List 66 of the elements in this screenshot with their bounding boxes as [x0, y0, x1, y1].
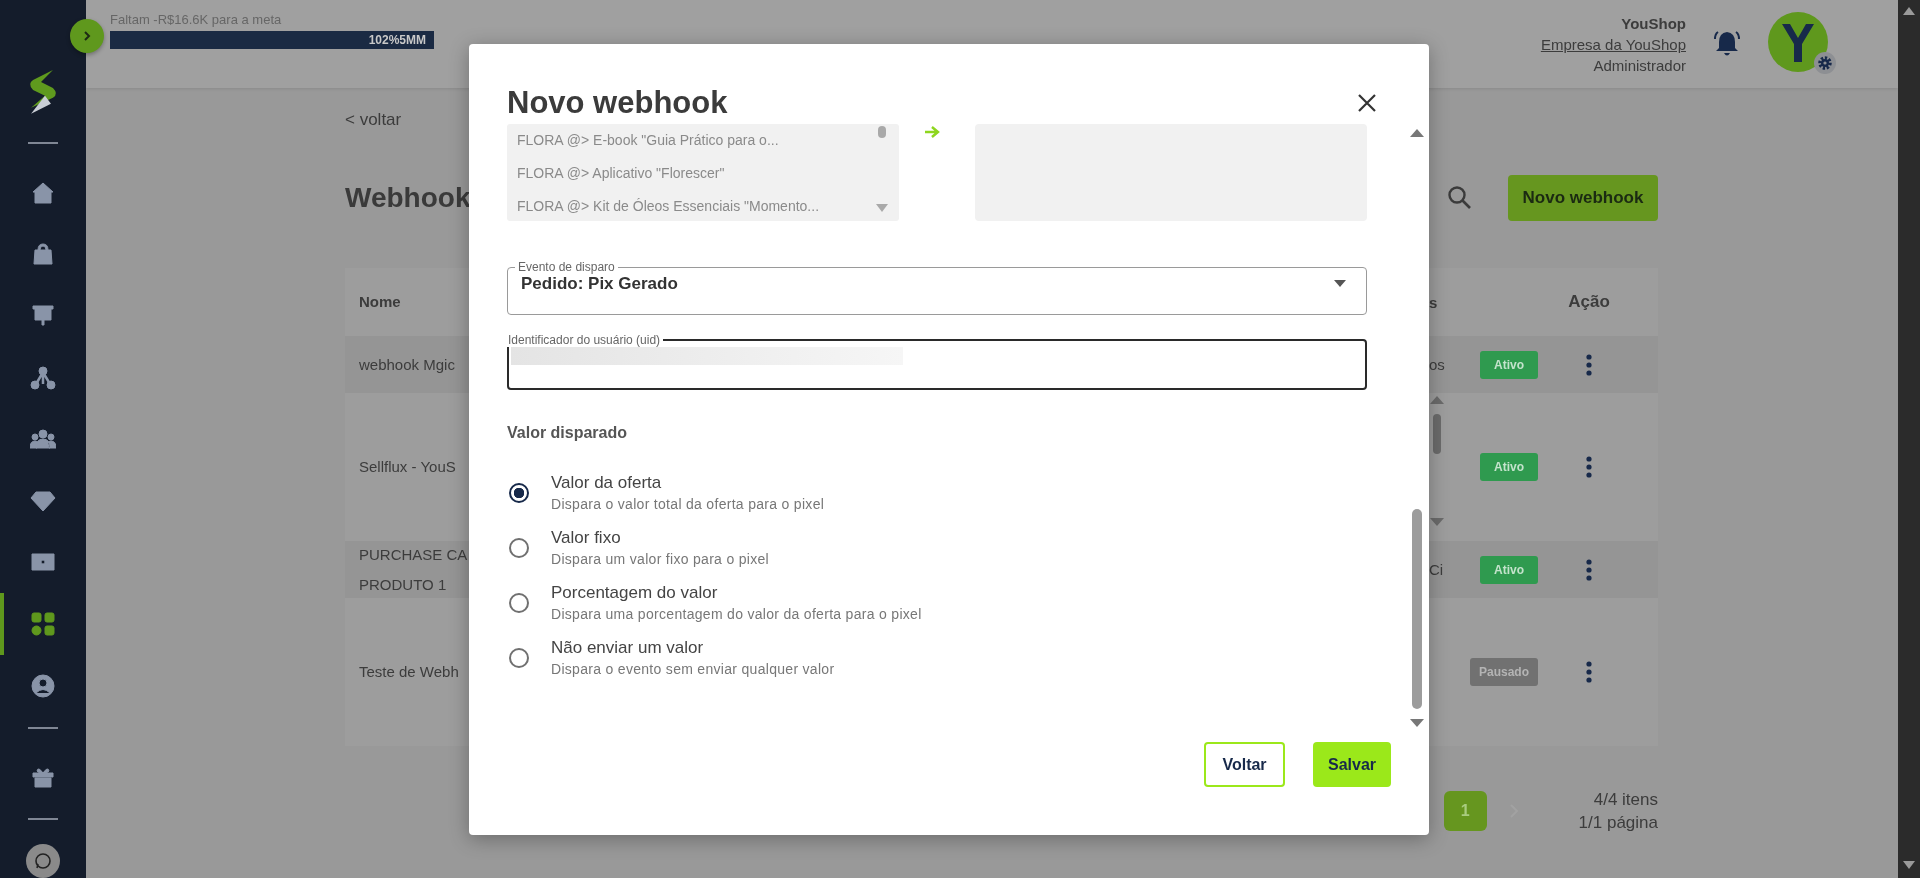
- page-title: Webhook: [345, 182, 471, 214]
- chat-icon: [34, 852, 52, 871]
- table-cell: Teste de Webh: [359, 663, 459, 680]
- radio-button[interactable]: [509, 483, 529, 503]
- expand-button[interactable]: [70, 19, 104, 53]
- option-description: Dispara um valor fixo para o pixel: [551, 550, 769, 569]
- back-button[interactable]: Voltar: [1204, 742, 1285, 787]
- save-button[interactable]: Salvar: [1313, 742, 1391, 787]
- radio-button[interactable]: [509, 593, 529, 613]
- radio-option[interactable]: Valor da oferta Dispara o valor total da oferta para o pixel: [507, 472, 1367, 514]
- scroll-down-icon[interactable]: [1902, 860, 1916, 870]
- chevron-icon: [81, 30, 93, 42]
- status-badge: Ativo: [1480, 555, 1538, 584]
- option-description: Dispara uma porcentagem do valor da oferta para o pixel: [551, 605, 922, 624]
- option-label: Valor fixo: [551, 527, 622, 549]
- radio-option[interactable]: Não enviar um valor Dispara o evento sem enviar qualquer valor: [507, 637, 1367, 679]
- status-badge: Ativo: [1480, 453, 1538, 481]
- event-select[interactable]: Evento de disparo Pedido: Pix Gerado: [507, 260, 1367, 315]
- presentation-icon: [30, 302, 56, 329]
- radio-option[interactable]: Valor fixo Dispara um valor fixo para o pixel: [507, 527, 1367, 569]
- column-header: Ação: [1568, 292, 1610, 312]
- scroll-up-icon[interactable]: [1902, 6, 1916, 16]
- whatsapp-button[interactable]: [26, 844, 60, 878]
- uid-field[interactable]: Identificador do usuário (uid): [507, 333, 1367, 390]
- table-cell: Ci: [1429, 561, 1444, 578]
- status-badge: Ativo: [1480, 350, 1538, 379]
- radio-button[interactable]: [509, 648, 529, 668]
- radio-button[interactable]: [509, 538, 529, 558]
- user-role: Administrador: [1593, 55, 1686, 76]
- radio-option[interactable]: Porcentagem do valor Dispara uma porcentagem do valor da oferta para o pixel: [507, 582, 1367, 624]
- more-icon[interactable]: [1585, 558, 1593, 581]
- column-header: Nome: [359, 293, 401, 310]
- option-label: Porcentagem do valor: [551, 582, 719, 604]
- table-cell: webhook Mgic: [359, 355, 455, 373]
- status-badge: Pausado: [1470, 658, 1538, 686]
- company-link[interactable]: Empresa da YouShop: [1540, 33, 1686, 55]
- field-label: Identificador do usuário (uid): [507, 333, 662, 347]
- column-header: s: [1429, 293, 1438, 311]
- bag-icon: [30, 241, 56, 268]
- items-count: 4/4 itens: [1593, 789, 1658, 811]
- field-value: Pedido: Pix Gerado: [521, 274, 678, 294]
- new-webhook-button[interactable]: Novo webhook: [1508, 175, 1658, 221]
- arrow-icon: [923, 124, 942, 140]
- page-count: 1/1 página: [1578, 812, 1658, 834]
- table-cell: Sellflux - YouS: [359, 458, 456, 475]
- apps-icon: [30, 611, 56, 638]
- progress-label: 102%5MM: [368, 33, 427, 47]
- option-label: Não enviar um valor: [551, 637, 705, 659]
- option-label: Valor da oferta: [551, 472, 663, 494]
- more-icon[interactable]: [1585, 456, 1593, 478]
- option-description: Dispara o evento sem enviar qualquer valor: [551, 660, 835, 679]
- more-icon[interactable]: [1585, 353, 1593, 376]
- caret-icon: [1334, 280, 1346, 288]
- modal-title: Novo webhook: [507, 85, 728, 121]
- user-name: YouShop: [1621, 13, 1686, 34]
- section-title: Valor disparado: [507, 424, 629, 442]
- table-cell: os: [1429, 356, 1445, 373]
- field-label: Evento de disparo: [517, 260, 616, 274]
- close-icon[interactable]: [1357, 93, 1377, 113]
- network-icon: [30, 364, 56, 391]
- user-icon: [30, 672, 56, 699]
- option-description: Dispara o valor total da oferta para o pixel: [551, 495, 825, 514]
- table-cell: PURCHASE CA PRODUTO 1: [359, 545, 468, 593]
- more-icon[interactable]: [1585, 661, 1593, 683]
- goal-text: Faltam -R$16.6K para a meta: [110, 12, 283, 27]
- settings-icon[interactable]: [1814, 52, 1836, 74]
